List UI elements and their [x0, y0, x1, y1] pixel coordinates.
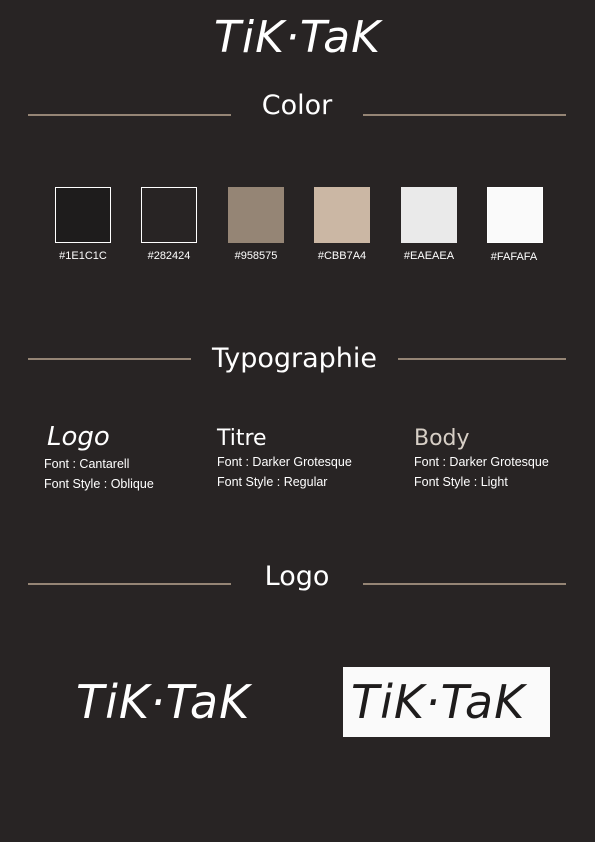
swatch-958575 — [228, 187, 284, 243]
color-rule-right — [363, 114, 566, 116]
typography-rule-left — [28, 358, 191, 360]
swatch-eaeaea — [401, 187, 457, 243]
typography-font: Font : Darker Grotesque — [414, 455, 549, 469]
typography-name: Logo — [47, 422, 110, 452]
logo-light-variant: TiK·TaK — [351, 675, 526, 729]
swatch-label: #282424 — [147, 250, 191, 262]
swatch-cbb7a4 — [314, 187, 370, 243]
typography-font: Font : Darker Grotesque — [217, 455, 352, 469]
typography-style: Font Style : Oblique — [44, 477, 154, 491]
swatch-1e1c1c — [55, 187, 111, 243]
swatch-label: #CBB7A4 — [317, 250, 367, 262]
header-logo: TiK·TaK — [213, 12, 381, 63]
swatch-fafafa — [487, 187, 543, 243]
typography-body-column: Body Font : Darker Grotesque Font Style … — [414, 428, 574, 492]
color-rule-left — [28, 114, 231, 116]
logo-rule-right — [363, 583, 566, 585]
logo-light-variant-box: TiK·TaK — [343, 667, 550, 737]
color-section-title: Color — [261, 90, 333, 121]
typography-rule-right — [398, 358, 566, 360]
swatch-282424 — [141, 187, 197, 243]
typography-section-title: Typographie — [211, 343, 378, 374]
logo-section-title: Logo — [264, 561, 330, 592]
logo-rule-left — [28, 583, 231, 585]
typography-name: Body — [414, 426, 470, 451]
typography-style: Font Style : Light — [414, 475, 508, 489]
typography-style: Font Style : Regular — [217, 475, 328, 489]
swatch-label: #EAEAEA — [403, 250, 455, 262]
swatch-label: #958575 — [234, 250, 278, 262]
typography-logo-column: Logo Font : Cantarell Font Style : Obliq… — [44, 424, 204, 494]
swatch-label: #FAFAFA — [490, 251, 538, 263]
typography-name: Titre — [217, 426, 267, 451]
typography-font: Font : Cantarell — [44, 457, 130, 471]
swatch-label: #1E1C1C — [59, 250, 107, 262]
logo-dark-variant: TiK·TaK — [76, 675, 251, 729]
typography-title-column: Titre Font : Darker Grotesque Font Style… — [217, 428, 397, 492]
